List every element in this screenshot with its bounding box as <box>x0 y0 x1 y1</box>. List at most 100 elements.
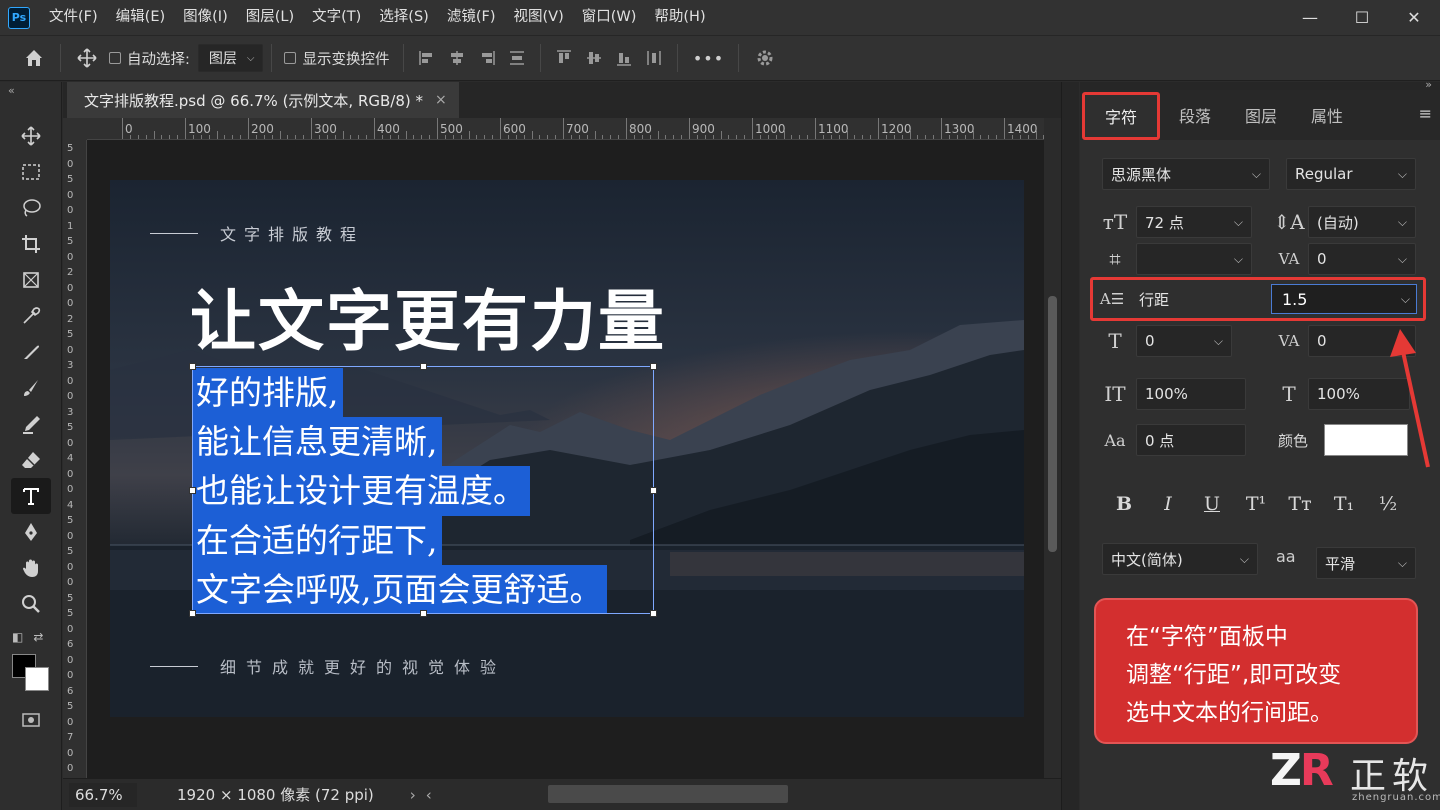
fractions-button[interactable]: ½ <box>1366 486 1410 522</box>
stamp-icon[interactable] <box>11 406 51 442</box>
scrollbar-thumb[interactable] <box>1048 296 1057 552</box>
ruler-label: 800 <box>629 122 652 136</box>
subscript-button[interactable]: T₁ <box>1322 486 1366 522</box>
vertical-scale-field[interactable]: 100% <box>1136 378 1246 410</box>
tab-properties[interactable]: 属性 <box>1294 90 1360 140</box>
resize-handle[interactable] <box>420 363 427 370</box>
zoom-level[interactable]: 66.7% <box>69 782 137 807</box>
tab-paragraph[interactable]: 段落 <box>1162 90 1228 140</box>
eyedropper-icon[interactable] <box>11 298 51 334</box>
distribute-horizontal-icon[interactable] <box>639 43 669 73</box>
pen-icon[interactable] <box>11 514 51 550</box>
menu-help[interactable]: 帮助(H) <box>645 0 714 35</box>
align-right-icon[interactable] <box>472 43 502 73</box>
home-icon[interactable] <box>16 40 52 76</box>
anti-alias-dropdown[interactable]: 平滑 ⌵ <box>1316 547 1416 579</box>
zoom-icon[interactable] <box>11 586 51 622</box>
resize-handle[interactable] <box>189 610 196 617</box>
resize-handle[interactable] <box>650 487 657 494</box>
leading-input[interactable]: 1.5 ⌵ <box>1271 284 1417 314</box>
separator <box>60 44 61 72</box>
swap-colors-icon[interactable]: ⇄ <box>33 630 43 644</box>
italic-button[interactable]: I <box>1146 486 1190 522</box>
resize-handle[interactable] <box>189 487 196 494</box>
status-menu-arrow[interactable]: › <box>410 786 416 804</box>
marquee-icon[interactable] <box>11 154 51 190</box>
scroll-left-arrow[interactable]: ‹ <box>426 786 432 804</box>
menu-layer[interactable]: 图层(L) <box>237 0 303 35</box>
ruler-label: 1200 <box>881 122 912 136</box>
menu-window[interactable]: 窗口(W) <box>573 0 646 35</box>
close-window-button[interactable]: ✕ <box>1388 0 1440 35</box>
font-size-dropdown[interactable]: 72 点 ⌵ <box>1136 206 1252 238</box>
close-icon[interactable]: × <box>435 92 447 108</box>
minimize-button[interactable]: — <box>1284 0 1336 35</box>
quick-mask-icon[interactable] <box>11 702 51 738</box>
frame-icon[interactable] <box>11 262 51 298</box>
document-tab[interactable]: 文字排版教程.psd @ 66.7% (示例文本, RGB/8) * × <box>67 82 459 118</box>
kerning-dropdown[interactable]: ⌵ <box>1136 243 1252 275</box>
canvas-title: 让文字更有力量 <box>190 282 666 360</box>
eraser-icon[interactable] <box>11 442 51 478</box>
distribute-vertical-icon[interactable] <box>502 43 532 73</box>
horizontal-scrollbar-thumb[interactable] <box>548 785 788 803</box>
ruler-label: 6 <box>67 639 74 650</box>
baseline-shift-dropdown[interactable]: 0 ⌵ <box>1136 325 1232 357</box>
language-dropdown[interactable]: 中文(简体) ⌵ <box>1102 543 1258 575</box>
more-options-icon[interactable]: ••• <box>686 40 730 76</box>
tab-character[interactable]: 字符 <box>1082 92 1160 140</box>
resize-handle[interactable] <box>650 363 657 370</box>
color-swatches[interactable] <box>12 654 52 698</box>
font-style-dropdown[interactable]: Regular ⌵ <box>1286 158 1416 190</box>
font-family-dropdown[interactable]: 思源黑体 ⌵ <box>1102 158 1270 190</box>
resize-handle[interactable] <box>420 610 427 617</box>
superscript-button[interactable]: T¹ <box>1234 486 1278 522</box>
hand-icon[interactable] <box>11 550 51 586</box>
canvas[interactable]: 文字排版教程 让文字更有力量 好的排版, 能让信息更清晰, 也能让设计更有温度。… <box>110 180 1024 717</box>
lasso-icon[interactable] <box>11 190 51 226</box>
resize-handle[interactable] <box>650 610 657 617</box>
type-icon[interactable] <box>11 478 51 514</box>
healing-brush-icon[interactable] <box>11 334 51 370</box>
separator <box>540 44 542 72</box>
menu-select[interactable]: 选择(S) <box>370 0 438 35</box>
align-left-icon[interactable] <box>412 43 442 73</box>
show-transform-checkbox[interactable] <box>284 52 297 64</box>
menu-filter[interactable]: 滤镜(F) <box>438 0 505 35</box>
baseline-field[interactable]: 0 点 <box>1136 424 1246 456</box>
small-caps-button[interactable]: Tт <box>1278 486 1322 522</box>
crop-icon[interactable] <box>11 226 51 262</box>
auto-select-dropdown[interactable]: 图层 ⌵ <box>197 44 264 72</box>
tracking-dropdown[interactable]: 0 ⌵ <box>1308 243 1416 275</box>
menu-file[interactable]: 文件(F) <box>40 0 107 35</box>
collapse-icon[interactable]: « <box>0 82 61 118</box>
text-bounding-box[interactable] <box>189 363 657 617</box>
panel-dock-strip <box>1061 82 1079 810</box>
menu-view[interactable]: 视图(V) <box>505 0 573 35</box>
tab-layers[interactable]: 图层 <box>1228 90 1294 140</box>
bold-button[interactable]: B <box>1102 486 1146 522</box>
underline-button[interactable]: U <box>1190 486 1234 522</box>
panel-menu-icon[interactable]: ≡ <box>1419 104 1432 123</box>
move-tool-icon[interactable] <box>69 40 105 76</box>
brush-icon[interactable] <box>11 370 51 406</box>
align-center-icon[interactable] <box>442 43 472 73</box>
resize-handle[interactable] <box>189 363 196 370</box>
menu-type[interactable]: 文字(T) <box>303 0 370 35</box>
background-color[interactable] <box>25 667 49 691</box>
menu-image[interactable]: 图像(I) <box>174 0 237 35</box>
auto-select-checkbox[interactable] <box>109 52 121 64</box>
vertical-scrollbar[interactable] <box>1044 118 1061 778</box>
ruler-minor-tick <box>657 131 659 139</box>
tip-callout: 在“字符”面板中 调整“行距”,即可改变 选中文本的行间距。 <box>1094 598 1418 744</box>
align-top-icon[interactable] <box>549 43 579 73</box>
menu-edit[interactable]: 编辑(E) <box>107 0 174 35</box>
maximize-button[interactable]: ☐ <box>1336 0 1388 35</box>
align-bottom-icon[interactable] <box>609 43 639 73</box>
gear-icon[interactable] <box>747 40 783 76</box>
move-icon[interactable] <box>11 118 51 154</box>
leading-auto-dropdown[interactable]: (自动) ⌵ <box>1308 206 1416 238</box>
ruler-label: 2 <box>67 267 74 278</box>
align-middle-icon[interactable] <box>579 43 609 73</box>
default-colors-icon[interactable]: ◧ <box>12 630 23 644</box>
